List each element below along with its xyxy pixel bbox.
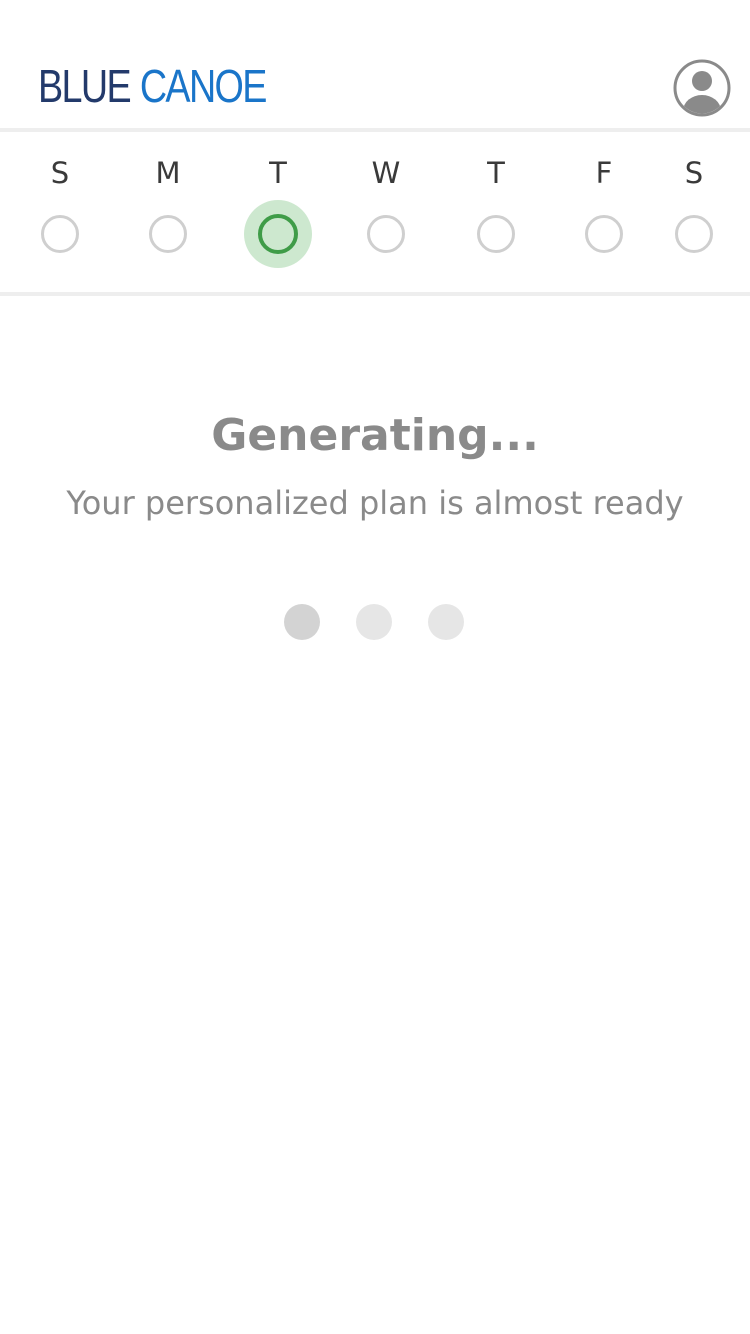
day-label: S (684, 156, 704, 190)
day-label: F (595, 156, 613, 190)
day-status-circle (258, 214, 298, 254)
day-friday[interactable]: F (564, 132, 644, 272)
day-label: W (371, 156, 401, 190)
day-label: T (269, 156, 287, 190)
logo-word-blue: BLUE (38, 60, 132, 112)
day-tuesday[interactable]: T (238, 132, 318, 272)
profile-button[interactable] (673, 59, 731, 117)
day-label: S (50, 156, 70, 190)
day-status (462, 200, 530, 268)
day-saturday[interactable]: S (654, 132, 734, 272)
day-status (570, 200, 638, 268)
day-thursday[interactable]: T (456, 132, 536, 272)
loading-dot-2 (356, 604, 392, 640)
day-label: M (155, 156, 181, 190)
day-status-circle (675, 215, 713, 253)
day-status-circle (477, 215, 515, 253)
loading-dot-3 (428, 604, 464, 640)
day-status-circle (41, 215, 79, 253)
day-status-circle (585, 215, 623, 253)
loading-indicator (0, 604, 750, 640)
user-avatar-icon (673, 59, 731, 117)
day-status (26, 200, 94, 268)
day-label: T (487, 156, 505, 190)
week-day-selector: S M T W T F S (0, 132, 750, 292)
generating-title: Generating... (211, 410, 539, 461)
day-sunday[interactable]: S (20, 132, 100, 272)
day-status-selected (244, 200, 312, 268)
day-status-circle (367, 215, 405, 253)
day-status (352, 200, 420, 268)
day-monday[interactable]: M (128, 132, 208, 272)
logo-word-canoe: CANOE (139, 60, 268, 112)
day-status (660, 200, 728, 268)
app-header: BLUE CANOE (0, 0, 750, 128)
blue-canoe-logo[interactable]: BLUE CANOE (38, 58, 268, 114)
day-status (134, 200, 202, 268)
generating-subtitle: Your personalized plan is almost ready (66, 484, 684, 522)
day-status-circle (149, 215, 187, 253)
loading-dot-1 (284, 604, 320, 640)
day-wednesday[interactable]: W (346, 132, 426, 272)
week-divider (0, 292, 750, 296)
